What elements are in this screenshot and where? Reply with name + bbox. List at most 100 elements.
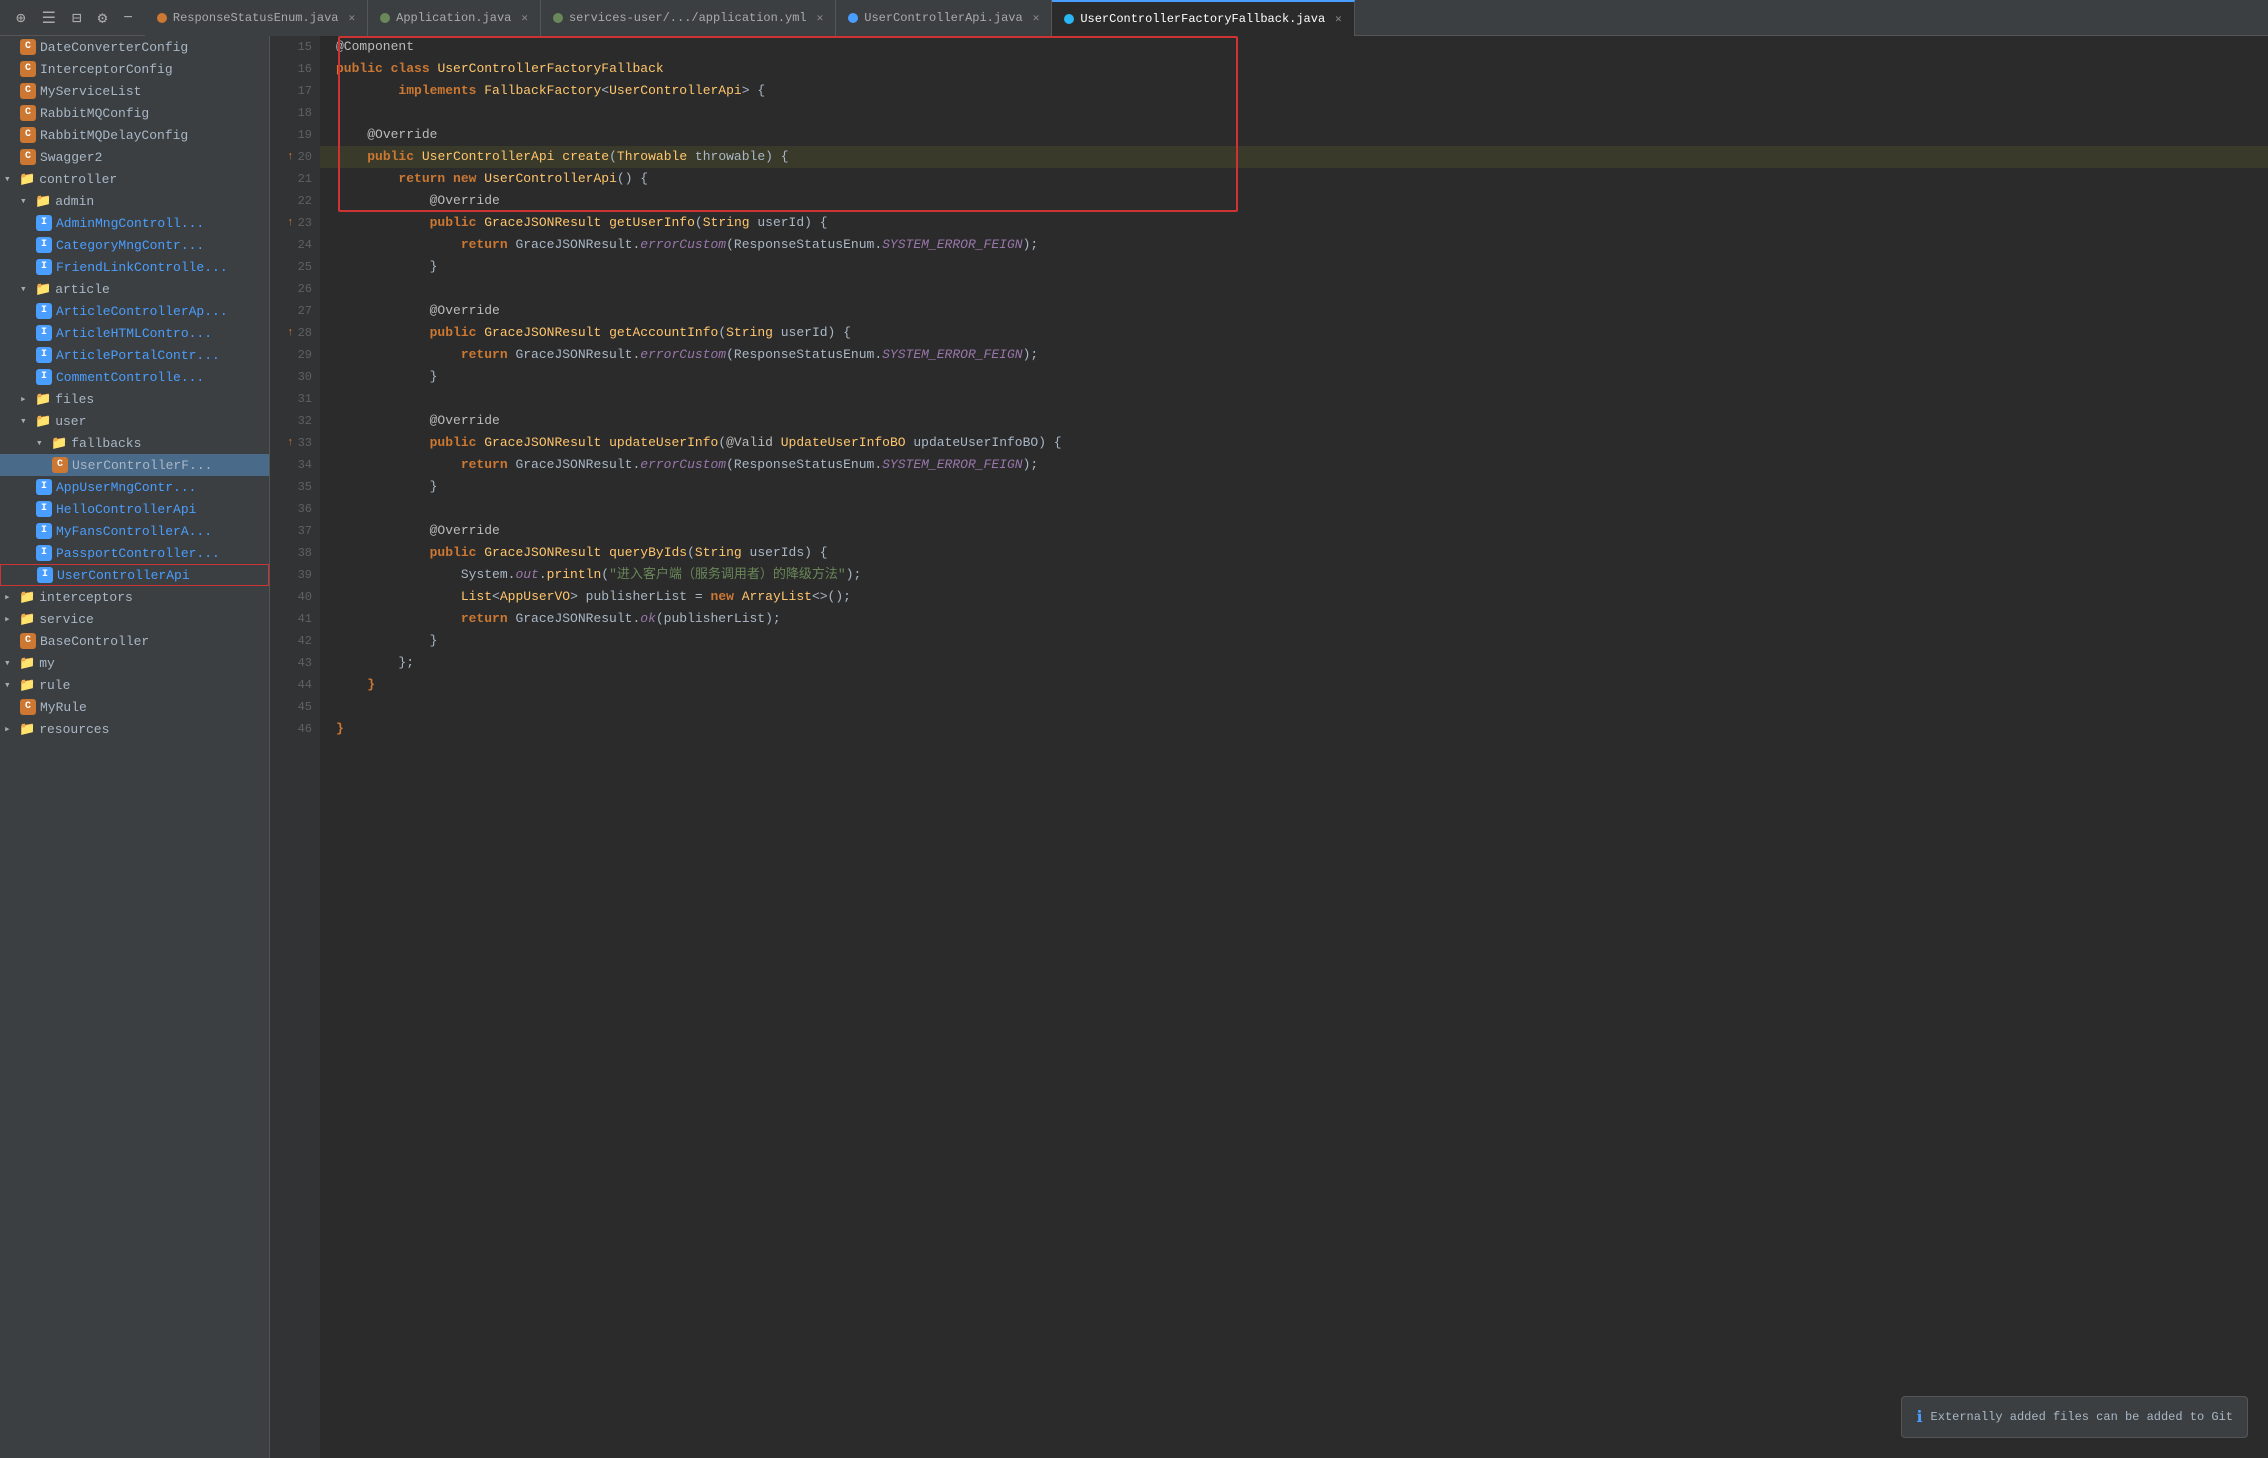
- tab-label: services-user/.../application.yml: [569, 11, 807, 25]
- sidebar-item-label: RabbitMQDelayConfig: [40, 128, 265, 143]
- code-line-32: @Override: [320, 410, 2268, 432]
- tab-minimize-icon[interactable]: −: [119, 7, 137, 29]
- sidebar-item-fallbacks[interactable]: ▾ 📁 fallbacks: [0, 432, 269, 454]
- kw-return: return: [398, 168, 445, 190]
- sidebar-item-label: PassportController...: [56, 546, 265, 561]
- annotation-component: @Component: [336, 36, 414, 58]
- annotation-override-3: @Override: [430, 300, 500, 322]
- folder-arrow-icon: ▸: [4, 722, 16, 736]
- line-num-32: 32: [278, 410, 312, 432]
- code-line-35: }: [320, 476, 2268, 498]
- class-badge: C: [20, 149, 36, 165]
- sidebar-item-ArticleHTMLContr[interactable]: I ArticleHTMLContro...: [0, 322, 269, 344]
- folder-icon: 📁: [19, 678, 35, 693]
- folder-arrow-icon: ▾: [20, 282, 32, 296]
- interface-badge: I: [36, 545, 52, 561]
- interface-badge: I: [36, 369, 52, 385]
- sidebar-item-CategoryMngContr[interactable]: I CategoryMngContr...: [0, 234, 269, 256]
- sidebar-item-interceptors[interactable]: ▸ 📁 interceptors: [0, 586, 269, 608]
- tab-close-icon[interactable]: ✕: [1033, 11, 1040, 25]
- sidebar-item-user[interactable]: ▾ 📁 user: [0, 410, 269, 432]
- tab-back-icon[interactable]: ⊕: [12, 6, 30, 30]
- line-num-40: 40: [278, 586, 312, 608]
- interface-badge: I: [36, 347, 52, 363]
- sidebar-item-label: ArticleHTMLContro...: [56, 326, 265, 341]
- sidebar-item-FriendLinkControll[interactable]: I FriendLinkControlle...: [0, 256, 269, 278]
- line-num-38: 38: [278, 542, 312, 564]
- sidebar-item-AppUserMngContr[interactable]: I AppUserMngContr...: [0, 476, 269, 498]
- class-badge: C: [20, 39, 36, 55]
- sidebar-item-PassportController[interactable]: I PassportController...: [0, 542, 269, 564]
- folder-arrow-icon: ▾: [36, 436, 48, 450]
- sidebar-item-MyRule[interactable]: C MyRule: [0, 696, 269, 718]
- folder-icon: 📁: [19, 612, 35, 627]
- tab-UserControllerApi[interactable]: UserControllerApi.java ✕: [836, 0, 1052, 36]
- class-badge: C: [20, 699, 36, 715]
- code-line-46: }: [320, 718, 2268, 740]
- sidebar-item-admin[interactable]: ▾ 📁 admin: [0, 190, 269, 212]
- sidebar-item-label: admin: [55, 194, 265, 209]
- sidebar-item-Swagger2[interactable]: C Swagger2: [0, 146, 269, 168]
- code-line-15: @Component: [320, 36, 2268, 58]
- code-line-28: public GraceJSONResult getAccountInfo ( …: [320, 322, 2268, 344]
- annotation-override-4: @Override: [430, 410, 500, 432]
- sidebar-item-label: BaseController: [40, 634, 265, 649]
- line-num-27: 27: [278, 300, 312, 322]
- tab-nav-icon[interactable]: ☰: [38, 6, 60, 30]
- kw-new: new: [453, 168, 476, 190]
- sidebar-item-RabbitMQDelayConfig[interactable]: C RabbitMQDelayConfig: [0, 124, 269, 146]
- line-num-25: 25: [278, 256, 312, 278]
- sidebar-item-HelloControllerApi[interactable]: I HelloControllerApi: [0, 498, 269, 520]
- line-num-36: 36: [278, 498, 312, 520]
- sidebar-item-rule[interactable]: ▾ 📁 rule: [0, 674, 269, 696]
- sidebar-item-BaseController[interactable]: C BaseController: [0, 630, 269, 652]
- sidebar-item-UserControllerF[interactable]: C UserControllerF...: [0, 454, 269, 476]
- tab-close-icon[interactable]: ✕: [349, 11, 356, 25]
- sidebar: C DateConverterConfig C InterceptorConfi…: [0, 36, 270, 1458]
- code-line-39: System. out . println ( "进入客户端（服务调用者）的降级…: [320, 564, 2268, 586]
- tab-Application[interactable]: Application.java ✕: [368, 0, 541, 36]
- tab-settings-icon[interactable]: ⚙: [94, 6, 112, 30]
- sidebar-item-label: files: [55, 392, 265, 407]
- sidebar-item-ArticlePortalContr[interactable]: I ArticlePortalContr...: [0, 344, 269, 366]
- sidebar-item-InterceptorConfig[interactable]: C InterceptorConfig: [0, 58, 269, 80]
- sidebar-item-label: resources: [39, 722, 265, 737]
- code-line-43: };: [320, 652, 2268, 674]
- sidebar-item-DateConverterConfig[interactable]: C DateConverterConfig: [0, 36, 269, 58]
- sidebar-item-label: service: [39, 612, 265, 627]
- sidebar-item-CommentController[interactable]: I CommentControlle...: [0, 366, 269, 388]
- sidebar-item-resources[interactable]: ▸ 📁 resources: [0, 718, 269, 740]
- tab-ResponseStatusEnum[interactable]: ResponseStatusEnum.java ✕: [145, 0, 368, 36]
- sidebar-item-controller[interactable]: ▾ 📁 controller: [0, 168, 269, 190]
- kw-implements: implements: [398, 80, 476, 102]
- code-line-38: public GraceJSONResult queryByIds ( Stri…: [320, 542, 2268, 564]
- tab-split-icon[interactable]: ⊟: [68, 6, 86, 30]
- notification-bar[interactable]: ℹ Externally added files can be added to…: [1901, 1396, 2248, 1438]
- sidebar-item-UserControllerApi[interactable]: I UserControllerApi: [0, 564, 269, 586]
- sidebar-item-files[interactable]: ▸ 📁 files: [0, 388, 269, 410]
- interface-badge: I: [36, 501, 52, 517]
- tab-close-icon[interactable]: ✕: [521, 11, 528, 25]
- tab-close-icon[interactable]: ✕: [817, 11, 824, 25]
- string-chinese: "进入客户端（服务调用者）的降级方法": [609, 564, 846, 586]
- sidebar-item-ArticleControllerAp[interactable]: I ArticleControllerAp...: [0, 300, 269, 322]
- tab-close-icon[interactable]: ✕: [1335, 12, 1342, 26]
- sidebar-item-my[interactable]: ▾ 📁 my: [0, 652, 269, 674]
- sidebar-item-article[interactable]: ▾ 📁 article: [0, 278, 269, 300]
- line-num-33: ↑33: [278, 432, 312, 454]
- line-num-26: 26: [278, 278, 312, 300]
- code-editor-area[interactable]: 15 16 17 18 19 ↑20 21 22 ↑23 24 25 26 27…: [270, 36, 2268, 1458]
- sidebar-item-AdminMngController[interactable]: I AdminMngControll...: [0, 212, 269, 234]
- sidebar-item-label: MyFansControllerA...: [56, 524, 265, 539]
- sidebar-item-RabbitMQConfig[interactable]: C RabbitMQConfig: [0, 102, 269, 124]
- sidebar-item-MyFansControllerA[interactable]: I MyFansControllerA...: [0, 520, 269, 542]
- line-num-29: 29: [278, 344, 312, 366]
- line-num-30: 30: [278, 366, 312, 388]
- tab-UserControllerFactoryFallback[interactable]: UserControllerFactoryFallback.java ✕: [1052, 0, 1354, 36]
- tab-dot: [1064, 14, 1074, 24]
- code-line-20: public UserControllerApi create ( Throwa…: [320, 146, 2268, 168]
- sidebar-item-service[interactable]: ▸ 📁 service: [0, 608, 269, 630]
- sidebar-item-MyServiceList[interactable]: C MyServiceList: [0, 80, 269, 102]
- tab-application-yml[interactable]: services-user/.../application.yml ✕: [541, 0, 836, 36]
- folder-icon: 📁: [19, 722, 35, 737]
